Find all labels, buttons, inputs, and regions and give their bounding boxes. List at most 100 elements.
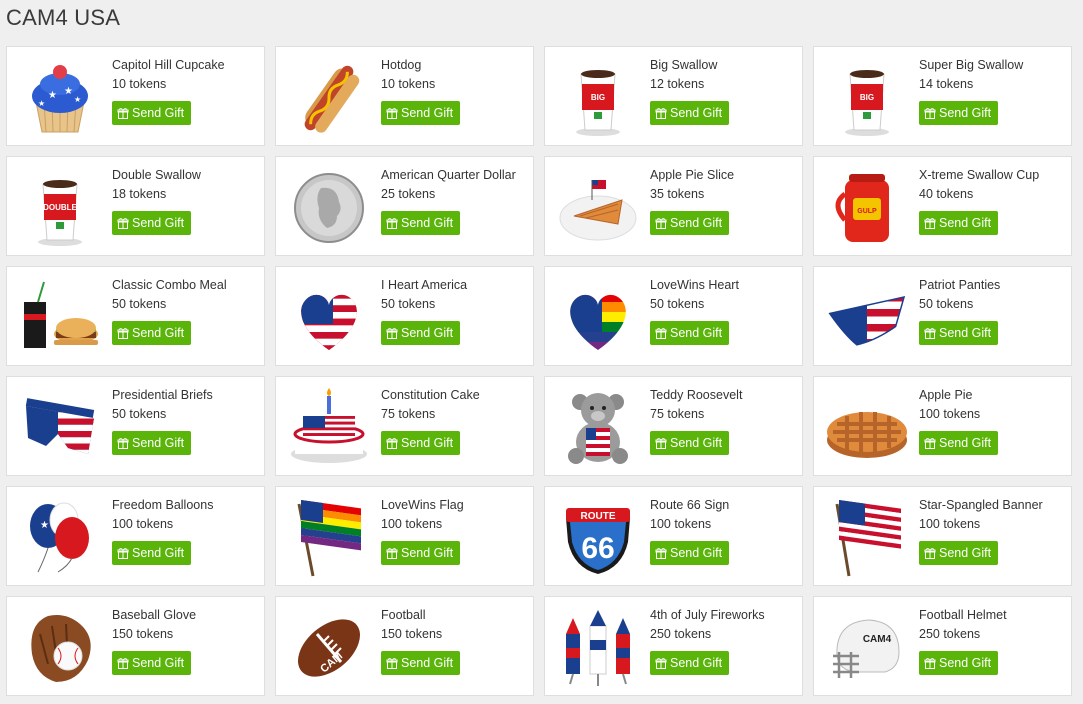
gift-icon	[655, 327, 667, 339]
gift-price: 250 tokens	[919, 627, 981, 641]
send-gift-button[interactable]: Send Gift	[650, 541, 730, 565]
send-gift-button[interactable]: Send Gift	[381, 101, 461, 125]
send-gift-button[interactable]: Send Gift	[919, 651, 999, 675]
gift-name: Apple Pie Slice	[650, 168, 735, 182]
gift-name: Star-Spangled Banner	[919, 498, 1043, 512]
gift-price: 40 tokens	[919, 187, 974, 201]
gift-thumbnail[interactable]	[822, 493, 912, 579]
gift-name: LoveWins Heart	[650, 278, 739, 292]
gift-thumbnail[interactable]: ★ ★ ★ ★	[15, 53, 105, 139]
gift-thumbnail[interactable]	[284, 273, 374, 359]
send-gift-button[interactable]: Send Gift	[650, 101, 730, 125]
gift-price: 100 tokens	[112, 517, 174, 531]
gift-thumbnail[interactable]: GULP	[822, 163, 912, 249]
send-gift-button[interactable]: Send Gift	[650, 321, 730, 345]
gift-icon	[655, 547, 667, 559]
gift-name: Presidential Briefs	[112, 388, 213, 402]
gift-name: Hotdog	[381, 58, 422, 72]
gift-thumbnail[interactable]: ROUTE 66	[553, 493, 643, 579]
gift-name: X-treme Swallow Cup	[919, 168, 1040, 182]
gift-thumbnail[interactable]	[822, 273, 912, 359]
gift-price: 50 tokens	[919, 297, 974, 311]
send-gift-label: Send Gift	[401, 436, 454, 450]
gift-price: 150 tokens	[381, 627, 443, 641]
send-gift-button[interactable]: Send Gift	[650, 651, 730, 675]
send-gift-label: Send Gift	[401, 216, 454, 230]
send-gift-button[interactable]: Send Gift	[381, 321, 461, 345]
send-gift-button[interactable]: Send Gift	[381, 211, 461, 235]
gift-card: I Heart America 50 tokens Send Gift	[275, 266, 534, 366]
gift-icon	[655, 657, 667, 669]
send-gift-button[interactable]: Send Gift	[919, 541, 999, 565]
send-gift-label: Send Gift	[670, 326, 723, 340]
gift-thumbnail[interactable]	[15, 273, 105, 359]
send-gift-button[interactable]: Send Gift	[112, 651, 192, 675]
gift-card: 4th of July Fireworks 250 tokens Send Gi…	[544, 596, 803, 696]
send-gift-button[interactable]: Send Gift	[381, 431, 461, 455]
gift-thumbnail[interactable]	[553, 383, 643, 469]
send-gift-button[interactable]: Send Gift	[650, 431, 730, 455]
gift-thumbnail[interactable]	[284, 163, 374, 249]
rainbow-heart-icon	[570, 294, 626, 351]
gift-price: 10 tokens	[112, 77, 167, 91]
send-gift-button[interactable]: Send Gift	[650, 211, 730, 235]
gift-thumbnail[interactable]: CAM4	[822, 603, 912, 689]
send-gift-button[interactable]: Send Gift	[112, 541, 192, 565]
gift-thumbnail[interactable]	[15, 383, 105, 469]
send-gift-button[interactable]: Send Gift	[112, 101, 192, 125]
gift-card: BIG Big Swallow 12 tokens Send Gift	[544, 46, 803, 146]
send-gift-button[interactable]: Send Gift	[381, 541, 461, 565]
send-gift-button[interactable]: Send Gift	[919, 321, 999, 345]
gift-price: 14 tokens	[919, 77, 974, 91]
gift-card: Hotdog 10 tokens Send Gift	[275, 46, 534, 146]
gift-thumbnail[interactable]	[553, 163, 643, 249]
gift-thumbnail[interactable]	[822, 383, 912, 469]
gift-price: 50 tokens	[650, 297, 705, 311]
gift-thumbnail[interactable]: ★	[15, 493, 105, 579]
gift-thumbnail[interactable]: BIG	[822, 53, 912, 139]
gift-card: Presidential Briefs 50 tokens Send Gift	[6, 376, 265, 476]
send-gift-label: Send Gift	[939, 216, 992, 230]
football-icon: CAM	[298, 619, 360, 677]
gift-thumbnail[interactable]	[284, 53, 374, 139]
gift-thumbnail[interactable]	[284, 493, 374, 579]
gift-thumbnail[interactable]	[553, 603, 643, 689]
gift-icon	[924, 437, 936, 449]
send-gift-button[interactable]: Send Gift	[919, 101, 999, 125]
send-gift-button[interactable]: Send Gift	[112, 431, 192, 455]
send-gift-label: Send Gift	[670, 216, 723, 230]
send-gift-label: Send Gift	[939, 106, 992, 120]
gift-price: 100 tokens	[919, 407, 981, 421]
quarter-coin-icon	[294, 173, 364, 243]
svg-text:BIG: BIG	[591, 93, 605, 102]
send-gift-button[interactable]: Send Gift	[112, 211, 192, 235]
gift-thumbnail[interactable]	[15, 603, 105, 689]
gift-thumbnail[interactable]: CAM	[284, 603, 374, 689]
send-gift-button[interactable]: Send Gift	[919, 431, 999, 455]
football-helmet-icon: CAM4	[833, 619, 900, 678]
gift-thumbnail[interactable]	[284, 383, 374, 469]
svg-text:★: ★	[64, 86, 73, 97]
gift-icon	[386, 217, 398, 229]
send-gift-button[interactable]: Send Gift	[112, 321, 192, 345]
gift-card: Star-Spangled Banner 100 tokens Send Gif…	[813, 486, 1072, 586]
gift-icon	[386, 657, 398, 669]
gift-price: 35 tokens	[650, 187, 705, 201]
send-gift-label: Send Gift	[132, 436, 185, 450]
gift-price: 50 tokens	[112, 407, 167, 421]
fireworks-icon	[566, 610, 630, 686]
gift-thumbnail[interactable]: DOUBLE	[15, 163, 105, 249]
send-gift-button[interactable]: Send Gift	[381, 651, 461, 675]
send-gift-label: Send Gift	[401, 656, 454, 670]
gift-thumbnail[interactable]: BIG	[553, 53, 643, 139]
send-gift-label: Send Gift	[670, 106, 723, 120]
gift-price: 100 tokens	[919, 517, 981, 531]
gift-thumbnail[interactable]	[553, 273, 643, 359]
gift-card: Apple Pie 100 tokens Send Gift	[813, 376, 1072, 476]
gift-card: GULP X-treme Swallow Cup 40 tokens Send …	[813, 156, 1072, 256]
send-gift-label: Send Gift	[132, 546, 185, 560]
teddy-bear-icon	[568, 393, 628, 464]
send-gift-label: Send Gift	[939, 546, 992, 560]
send-gift-button[interactable]: Send Gift	[919, 211, 999, 235]
gift-card: American Quarter Dollar 25 tokens Send G…	[275, 156, 534, 256]
